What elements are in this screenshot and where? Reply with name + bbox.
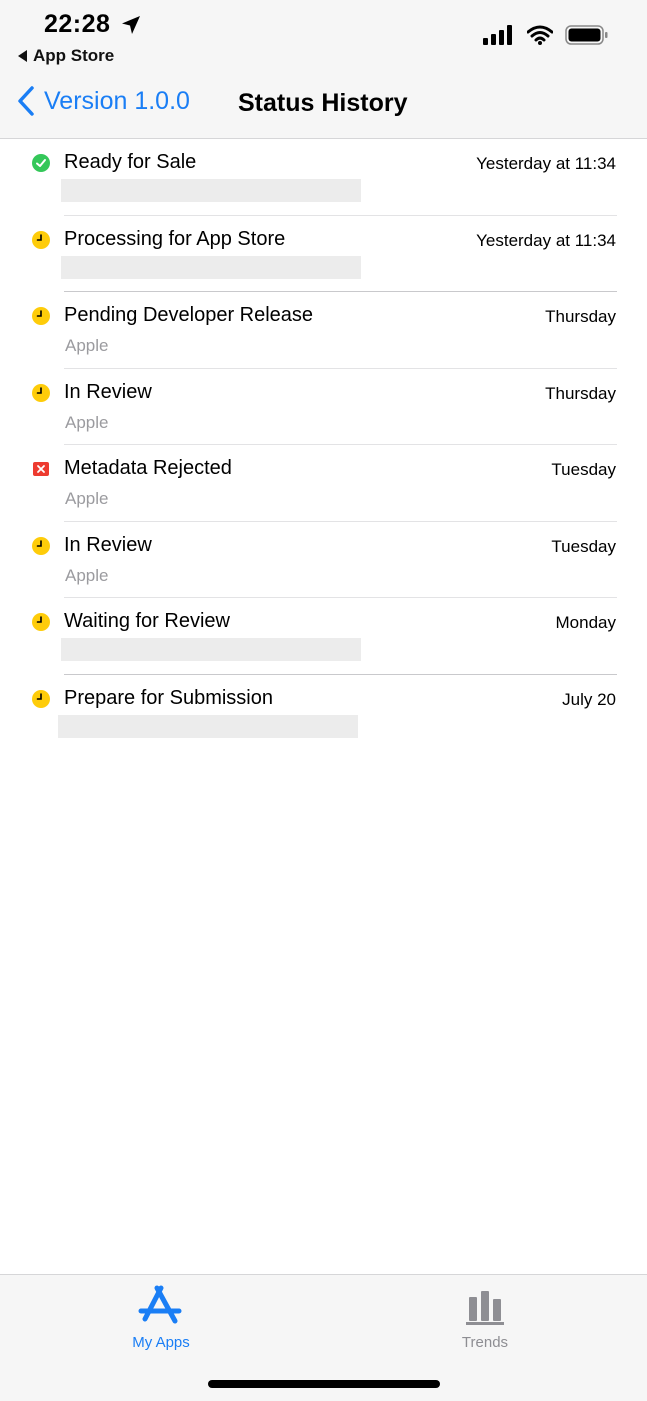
tab-my-apps[interactable]: My Apps bbox=[91, 1285, 231, 1351]
home-indicator[interactable] bbox=[208, 1380, 440, 1388]
redacted-block bbox=[61, 638, 361, 661]
back-triangle-icon bbox=[18, 50, 27, 62]
list-item: In Review Apple Tuesday bbox=[0, 522, 647, 598]
status-time: 22:28 bbox=[44, 10, 111, 38]
status-subtitle: Apple bbox=[65, 412, 109, 432]
status-date: Thursday bbox=[545, 383, 616, 403]
list-item: Prepare for Submission July 20 bbox=[0, 675, 647, 752]
status-history-list: Ready for Sale Yesterday at 11:34 Proces… bbox=[0, 139, 647, 751]
list-item: Metadata Rejected Apple Tuesday bbox=[0, 445, 647, 522]
tab-trends[interactable]: Trends bbox=[415, 1285, 555, 1351]
list-item: Pending Developer Release Apple Thursday bbox=[0, 292, 647, 369]
top-area: 22:28 App Store Version 1.0.0 Status His… bbox=[0, 0, 647, 139]
system-icons bbox=[483, 24, 609, 46]
tab-trends-label: Trends bbox=[461, 1334, 509, 1351]
battery-icon bbox=[565, 25, 608, 45]
yellow-clock-icon bbox=[32, 230, 50, 249]
back-button[interactable]: Version 1.0.0 bbox=[18, 86, 190, 116]
status-date: Thursday bbox=[545, 307, 616, 326]
status-title: Pending Developer Release bbox=[64, 304, 314, 326]
status-title: Prepare for Submission bbox=[64, 686, 273, 709]
wifi-icon bbox=[527, 25, 553, 45]
status-title: Metadata Rejected bbox=[64, 457, 232, 479]
redacted-block bbox=[61, 179, 361, 202]
page-title: Status History bbox=[238, 89, 408, 117]
yellow-clock-icon bbox=[32, 613, 50, 631]
status-subtitle: Apple bbox=[65, 565, 109, 585]
status-title: Processing for App Store bbox=[64, 227, 286, 250]
status-date: July 20 bbox=[562, 689, 616, 709]
list-item: In Review Apple Thursday bbox=[0, 369, 647, 445]
back-button-label: Version 1.0.0 bbox=[44, 86, 190, 115]
back-to-app-store[interactable]: App Store bbox=[18, 46, 114, 66]
status-title: In Review bbox=[64, 380, 152, 403]
status-title: Ready for Sale bbox=[64, 151, 197, 173]
status-title: Waiting for Review bbox=[64, 610, 230, 632]
status-date: Yesterday at 11:34 bbox=[476, 154, 616, 173]
status-date: Tuesday bbox=[551, 536, 616, 556]
yellow-clock-icon bbox=[32, 307, 50, 325]
status-date: Monday bbox=[555, 613, 616, 632]
status-date: Yesterday at 11:34 bbox=[476, 230, 616, 250]
green-check-icon bbox=[32, 154, 50, 172]
status-subtitle: Apple bbox=[65, 489, 109, 508]
redacted-block bbox=[61, 255, 361, 279]
chevron-left-icon bbox=[18, 86, 34, 116]
yellow-clock-icon bbox=[32, 536, 50, 555]
list-item: Waiting for Review Monday bbox=[0, 598, 647, 675]
status-date: Tuesday bbox=[551, 460, 616, 479]
red-x-icon bbox=[33, 462, 49, 476]
yellow-clock-icon bbox=[32, 689, 50, 708]
back-app-label: App Store bbox=[33, 46, 115, 65]
cellular-signal-icon bbox=[483, 25, 512, 45]
location-arrow-icon bbox=[122, 16, 140, 34]
trends-chart-icon bbox=[466, 1291, 504, 1325]
status-subtitle: Apple bbox=[65, 336, 109, 355]
app-store-icon bbox=[138, 1285, 182, 1324]
list-item: Processing for App Store Yesterday at 11… bbox=[0, 216, 647, 292]
list-item: Ready for Sale Yesterday at 11:34 bbox=[0, 139, 647, 216]
tab-my-apps-label: My Apps bbox=[132, 1334, 190, 1351]
redacted-block bbox=[58, 714, 358, 738]
status-title: In Review bbox=[64, 533, 152, 556]
yellow-clock-icon bbox=[32, 383, 50, 402]
